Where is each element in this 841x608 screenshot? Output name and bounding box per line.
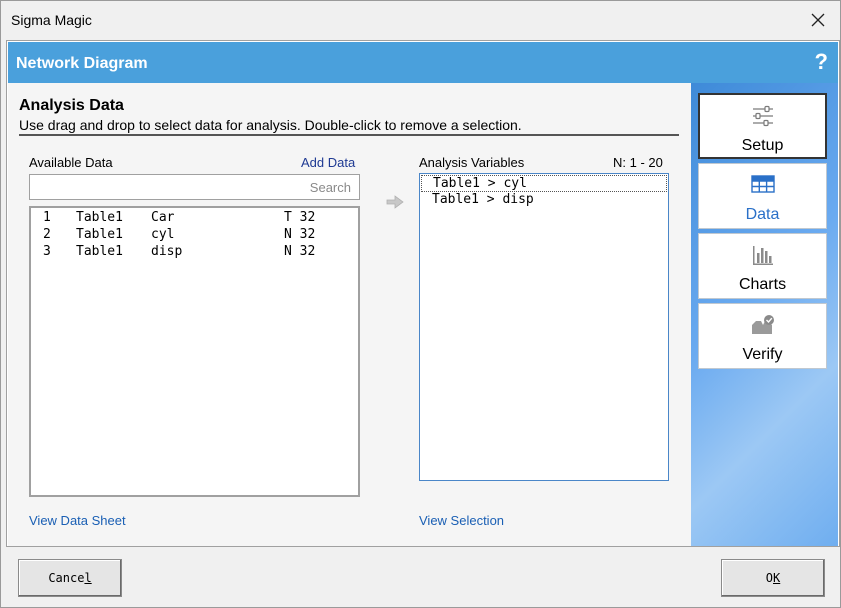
section-description: Use drag and drop to select data for ana… bbox=[19, 117, 522, 133]
ok-label-main: O bbox=[765, 571, 773, 585]
nav-data-label: Data bbox=[745, 206, 780, 223]
row-number: 1 bbox=[43, 210, 51, 225]
row-table: Table1 bbox=[76, 227, 123, 242]
row-variable: cyl bbox=[151, 227, 175, 242]
title-bar: Sigma Magic bbox=[1, 1, 840, 39]
row-variable: disp bbox=[151, 244, 183, 259]
close-button[interactable] bbox=[796, 1, 840, 39]
analysis-variables-list[interactable]: Table1 > cyl Table1 > disp bbox=[419, 173, 669, 481]
ok-button[interactable]: OK bbox=[721, 559, 825, 597]
arrow-right-icon[interactable] bbox=[386, 195, 404, 209]
nav-setup-label: Setup bbox=[741, 137, 784, 154]
table-icon bbox=[750, 175, 775, 193]
available-data-list[interactable]: 1 Table1 Car T 32 2 Table1 cyl N 32 3 Ta… bbox=[29, 206, 360, 497]
bar-chart-icon bbox=[752, 246, 773, 265]
nav-charts-button[interactable]: Charts bbox=[698, 233, 827, 299]
help-button[interactable]: ? bbox=[815, 49, 828, 75]
cancel-label-main: Cance bbox=[48, 571, 85, 585]
nav-charts-label: Charts bbox=[738, 276, 787, 293]
main-panel: Analysis Data Use drag and drop to selec… bbox=[8, 83, 691, 546]
available-data-label: Available Data bbox=[29, 155, 113, 170]
list-item[interactable]: 1 Table1 Car T 32 bbox=[31, 210, 358, 227]
row-type: N 32 bbox=[284, 244, 316, 259]
inbox-check-icon bbox=[751, 315, 774, 334]
dialog-heading: Network Diagram bbox=[16, 55, 148, 72]
nav-data-button[interactable]: Data bbox=[698, 163, 827, 229]
nav-sidebar: Setup Data Charts Verify bbox=[691, 83, 838, 546]
sliders-icon bbox=[752, 105, 773, 127]
row-number: 3 bbox=[43, 244, 51, 259]
list-item[interactable]: 2 Table1 cyl N 32 bbox=[31, 227, 358, 244]
dialog-window: Sigma Magic Network Diagram ? Analysis D… bbox=[0, 0, 841, 608]
row-type: N 32 bbox=[284, 227, 316, 242]
search-input[interactable]: Search bbox=[29, 174, 360, 200]
section-divider bbox=[19, 134, 679, 136]
row-number: 2 bbox=[43, 227, 51, 242]
search-placeholder: Search bbox=[309, 180, 351, 195]
row-variable: Car bbox=[151, 210, 175, 225]
add-data-link[interactable]: Add Data bbox=[301, 155, 355, 170]
cancel-label-mnemonic: l bbox=[84, 571, 92, 585]
close-icon bbox=[811, 13, 825, 27]
cancel-button[interactable]: Cance l bbox=[18, 559, 122, 597]
dialog-content: Network Diagram ? Analysis Data Use drag… bbox=[6, 40, 840, 547]
window-title: Sigma Magic bbox=[11, 12, 92, 28]
nav-verify-label: Verify bbox=[742, 346, 783, 363]
list-item[interactable]: 3 Table1 disp N 32 bbox=[31, 244, 358, 261]
ok-label-mnemonic: K bbox=[773, 571, 781, 585]
list-item[interactable]: Table1 > cyl bbox=[421, 175, 667, 192]
row-table: Table1 bbox=[76, 210, 123, 225]
analysis-variables-label: Analysis Variables bbox=[419, 155, 525, 170]
view-selection-link[interactable]: View Selection bbox=[419, 513, 504, 528]
row-table: Table1 bbox=[76, 244, 123, 259]
section-title: Analysis Data bbox=[19, 97, 124, 114]
list-item[interactable]: Table1 > disp bbox=[421, 192, 667, 209]
nav-verify-button[interactable]: Verify bbox=[698, 303, 827, 369]
nav-setup-button[interactable]: Setup bbox=[698, 93, 827, 159]
variable-count-range: N: 1 - 20 bbox=[613, 155, 663, 170]
header-bar: Network Diagram ? bbox=[8, 42, 838, 83]
view-data-sheet-link[interactable]: View Data Sheet bbox=[29, 513, 126, 528]
row-type: T 32 bbox=[284, 210, 316, 225]
